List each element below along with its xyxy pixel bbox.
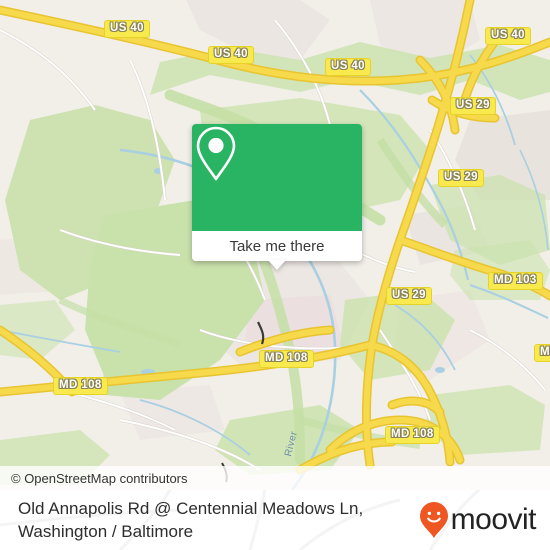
road-shield: MD 108 — [259, 350, 314, 368]
road-shield: US 40 — [485, 27, 531, 45]
road-shield: MD 103 — [488, 272, 543, 290]
map-pin-icon — [196, 126, 236, 181]
road-shield: MD 108 — [385, 426, 440, 444]
road-shield: MD 108 — [53, 377, 108, 395]
moovit-smiley-pin-icon — [419, 502, 448, 538]
moovit-station-card-screenshot: US 40 US 40 US 40 US 40 US 29 US 29 MD 103 US 2… — [0, 0, 550, 550]
road-shield: US 29 — [450, 97, 496, 115]
location-callout[interactable]: Take me there — [192, 124, 362, 270]
road-shield: US 29 — [438, 169, 484, 187]
callout-header — [192, 124, 362, 231]
callout-card[interactable]: Take me there — [192, 124, 362, 261]
map-attribution-bar: © OpenStreetMap contributors — [0, 466, 550, 490]
station-title: Old Annapolis Rd @ Centennial Meadows Ln… — [18, 497, 419, 543]
take-me-there-button[interactable]: Take me there — [192, 231, 362, 261]
road-shield: US 40 — [325, 58, 371, 76]
footer-bar: Old Annapolis Rd @ Centennial Meadows Ln… — [0, 490, 550, 550]
station-title-line-2: Washington / Baltimore — [18, 522, 194, 541]
road-shield: US 40 — [104, 20, 150, 38]
road-shield: MD — [534, 344, 550, 362]
moovit-wordmark: moovit — [450, 503, 537, 536]
road-shield: US 40 — [208, 46, 254, 64]
moovit-logo[interactable]: moovit — [419, 501, 537, 539]
map-canvas[interactable]: US 40 US 40 US 40 US 40 US 29 US 29 MD 103 US 2… — [0, 0, 550, 490]
callout-pointer — [268, 260, 286, 270]
attribution-text[interactable]: © OpenStreetMap contributors — [11, 471, 188, 486]
station-title-line-1: Old Annapolis Rd @ Centennial Meadows Ln… — [18, 499, 364, 518]
road-shield: US 29 — [386, 287, 432, 305]
